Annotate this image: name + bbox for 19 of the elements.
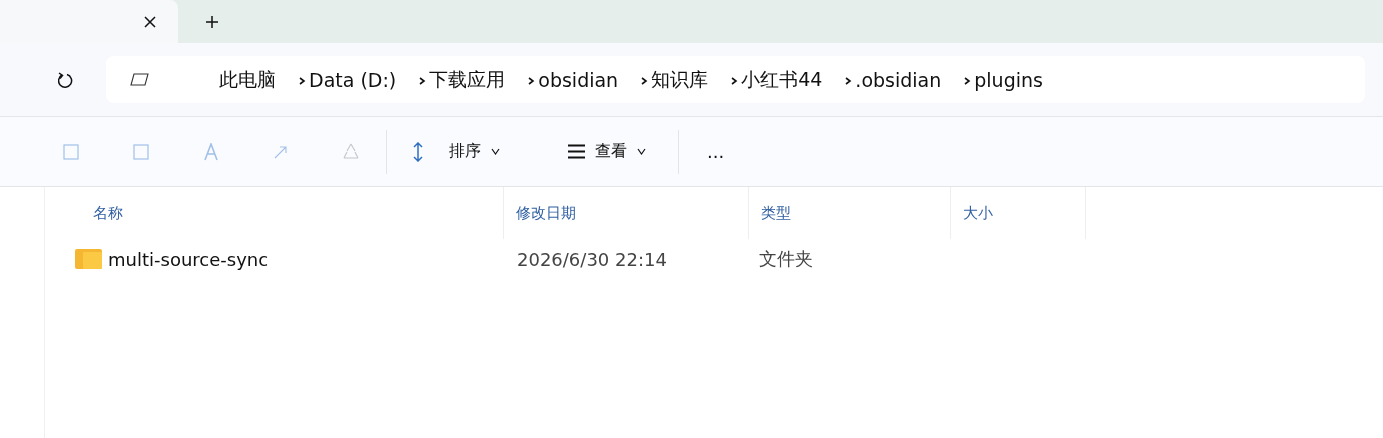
more-button[interactable]: ...: [693, 129, 739, 174]
breadcrumb-item[interactable]: Data (D:): [298, 68, 397, 91]
column-header[interactable]: 修改日期: [504, 187, 749, 239]
column-header[interactable]: 名称: [45, 187, 504, 239]
breadcrumb-item[interactable]: 下载应用: [418, 66, 506, 93]
breadcrumb-item[interactable]: .obsidian: [844, 68, 942, 91]
column-header[interactable]: 类型: [749, 187, 951, 239]
column-header[interactable]: 大小: [951, 187, 1086, 239]
file-name[interactable]: multi-source-sync: [45, 248, 504, 270]
table-cell-text: 文件夹: [758, 247, 814, 271]
view-button[interactable]: 查看: [554, 129, 660, 174]
sort-button[interactable]: 排序: [399, 129, 514, 174]
breadcrumb-item[interactable]: obsidian: [527, 68, 619, 91]
breadcrumb-item[interactable]: 小红书44: [730, 66, 823, 93]
table-cell-text: 2026/6/30 22:14: [516, 248, 668, 270]
breadcrumb-item[interactable]: 此电脑: [219, 66, 276, 93]
breadcrumb-item[interactable]: 知识库: [640, 66, 709, 93]
address-bar[interactable]: 此电脑 Data (D:) 下载应用 obsidian 知识库 小红书44 .obsidian plugins: [106, 56, 1365, 103]
breadcrumb-item[interactable]: plugins: [963, 68, 1043, 91]
